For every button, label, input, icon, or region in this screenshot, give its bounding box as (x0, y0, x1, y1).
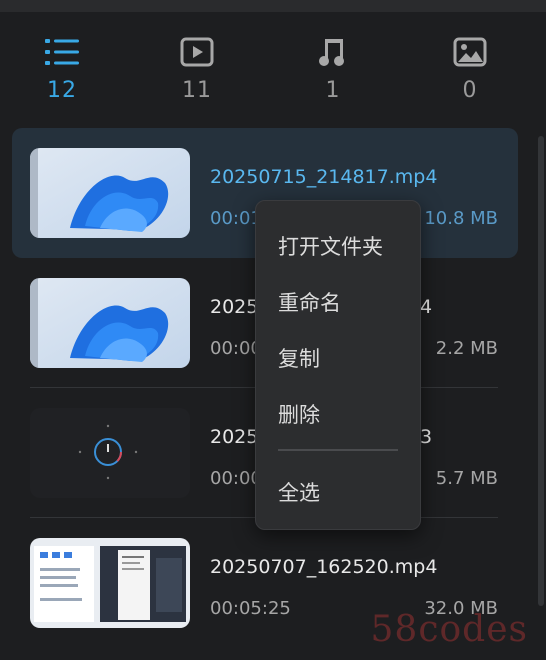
context-menu: 打开文件夹 重命名 复制 删除 全选 (255, 200, 421, 530)
file-size: 10.8 MB (424, 208, 498, 229)
file-name-tail: 3 (420, 426, 433, 448)
file-name-tail: 4 (420, 296, 433, 318)
file-name: 2025 (210, 426, 259, 448)
watermark: 58codes (370, 609, 528, 650)
video-thumbnail (30, 278, 190, 368)
top-bar (0, 0, 546, 12)
filter-audio[interactable]: 1 (293, 34, 373, 114)
music-note-icon (317, 34, 349, 70)
video-thumbnail (30, 408, 190, 498)
file-duration: 00:05:25 (210, 598, 291, 619)
filter-count: 0 (462, 78, 478, 103)
list-icon (45, 34, 79, 70)
media-filter-bar: 12 11 1 0 (0, 12, 546, 120)
menu-item-copy[interactable]: 复制 (278, 343, 320, 373)
image-icon (453, 34, 487, 70)
menu-item-delete[interactable]: 删除 (278, 399, 320, 429)
video-icon (180, 34, 214, 70)
file-size: 5.7 MB (435, 468, 498, 489)
filter-all[interactable]: 12 (22, 34, 102, 114)
menu-item-rename[interactable]: 重命名 (278, 287, 341, 317)
file-name: 20250715_214817.mp4 (210, 166, 438, 188)
scrollbar[interactable] (538, 136, 544, 606)
video-thumbnail (30, 538, 190, 628)
file-name: 2025 (210, 296, 259, 318)
filter-video[interactable]: 11 (157, 34, 237, 114)
menu-item-select-all[interactable]: 全选 (278, 477, 320, 507)
menu-item-open-folder[interactable]: 打开文件夹 (278, 231, 383, 261)
file-name: 20250707_162520.mp4 (210, 556, 438, 578)
menu-divider (278, 449, 398, 451)
filter-count: 11 (182, 78, 212, 103)
video-thumbnail (30, 148, 190, 238)
filter-count: 1 (325, 78, 341, 103)
filter-count: 12 (47, 78, 77, 103)
file-size: 2.2 MB (435, 338, 498, 359)
filter-image[interactable]: 0 (430, 34, 510, 114)
